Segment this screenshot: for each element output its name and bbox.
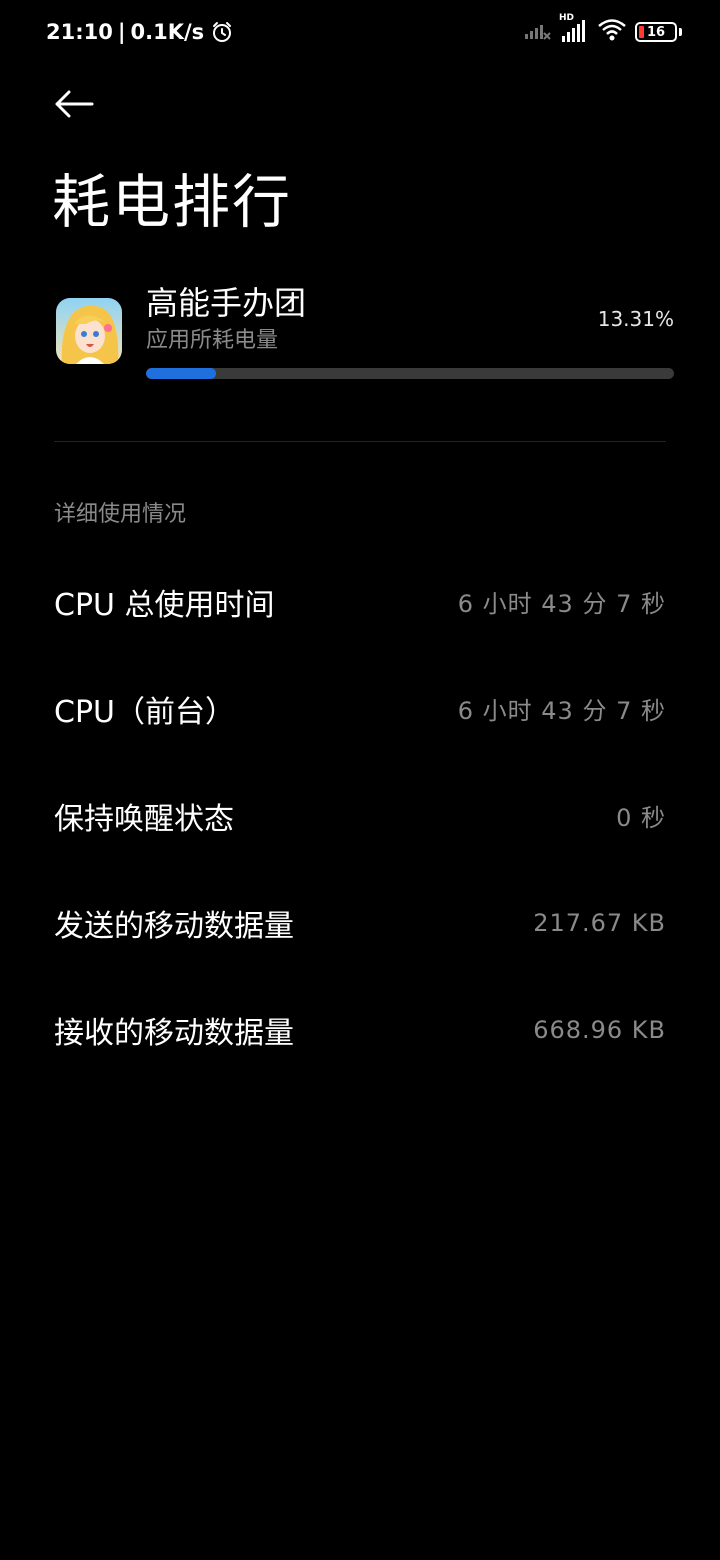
- status-separator: |: [117, 20, 126, 44]
- status-time: 21:10: [46, 20, 113, 44]
- detail-value: 0 秒: [616, 804, 666, 832]
- app-name: 高能手办团: [146, 284, 307, 322]
- status-bar: 21:10 | 0.1K/s HD 16: [0, 0, 720, 64]
- detail-row-cpu-total: CPU 总使用时间 6 小时 43 分 7 秒: [54, 548, 666, 655]
- battery-tip: [679, 28, 682, 36]
- network-speed: 0.1K/s: [130, 20, 205, 44]
- wifi-icon: [597, 18, 627, 46]
- detail-value: 668.96 KB: [533, 1015, 666, 1044]
- detail-value: 217.67 KB: [533, 908, 666, 937]
- app-usage-percent: 13.31%: [597, 307, 674, 331]
- hd-label: HD: [559, 13, 575, 23]
- battery-fill: [639, 26, 644, 38]
- usage-progress-fill: [146, 368, 217, 379]
- detail-row-cpu-foreground: CPU（前台） 6 小时 43 分 7 秒: [54, 655, 666, 762]
- detail-value: 6 小时 43 分 7 秒: [457, 697, 666, 725]
- status-right: HD 16: [523, 13, 682, 48]
- battery-icon: 16: [635, 22, 677, 42]
- detail-label: CPU 总使用时间: [54, 587, 275, 623]
- detail-value: 6 小时 43 分 7 秒: [457, 590, 666, 618]
- alarm-clock-icon: [210, 20, 234, 44]
- detail-row-mobile-data-received: 接收的移动数据量 668.96 KB: [54, 976, 666, 1083]
- usage-progress-bar: [146, 368, 674, 379]
- detail-label: 保持唤醒状态: [54, 801, 234, 837]
- arrow-left-icon: [55, 90, 94, 118]
- back-button[interactable]: [46, 78, 102, 130]
- detail-row-keep-awake: 保持唤醒状态 0 秒: [54, 762, 666, 869]
- battery-level: 16: [646, 24, 666, 40]
- divider: [54, 441, 666, 442]
- cellular-signal-hd-icon: HD: [559, 13, 589, 47]
- detail-label: CPU（前台）: [54, 694, 235, 730]
- detail-label: 接收的移动数据量: [54, 1015, 294, 1051]
- app-usage-card[interactable]: 高能手办团 应用所耗电量 13.31%: [54, 282, 674, 392]
- section-label: 详细使用情况: [54, 502, 187, 527]
- detail-row-mobile-data-sent: 发送的移动数据量 217.67 KB: [54, 869, 666, 976]
- status-left: 21:10 | 0.1K/s: [46, 18, 234, 46]
- page-title: 耗电排行: [52, 168, 293, 236]
- cellular-signal-weak-icon: [523, 19, 551, 45]
- detail-label: 发送的移动数据量: [54, 908, 294, 944]
- app-subtitle: 应用所耗电量: [146, 328, 279, 353]
- detail-list: CPU 总使用时间 6 小时 43 分 7 秒 CPU（前台） 6 小时 43 …: [54, 548, 666, 1083]
- app-icon: [56, 298, 122, 364]
